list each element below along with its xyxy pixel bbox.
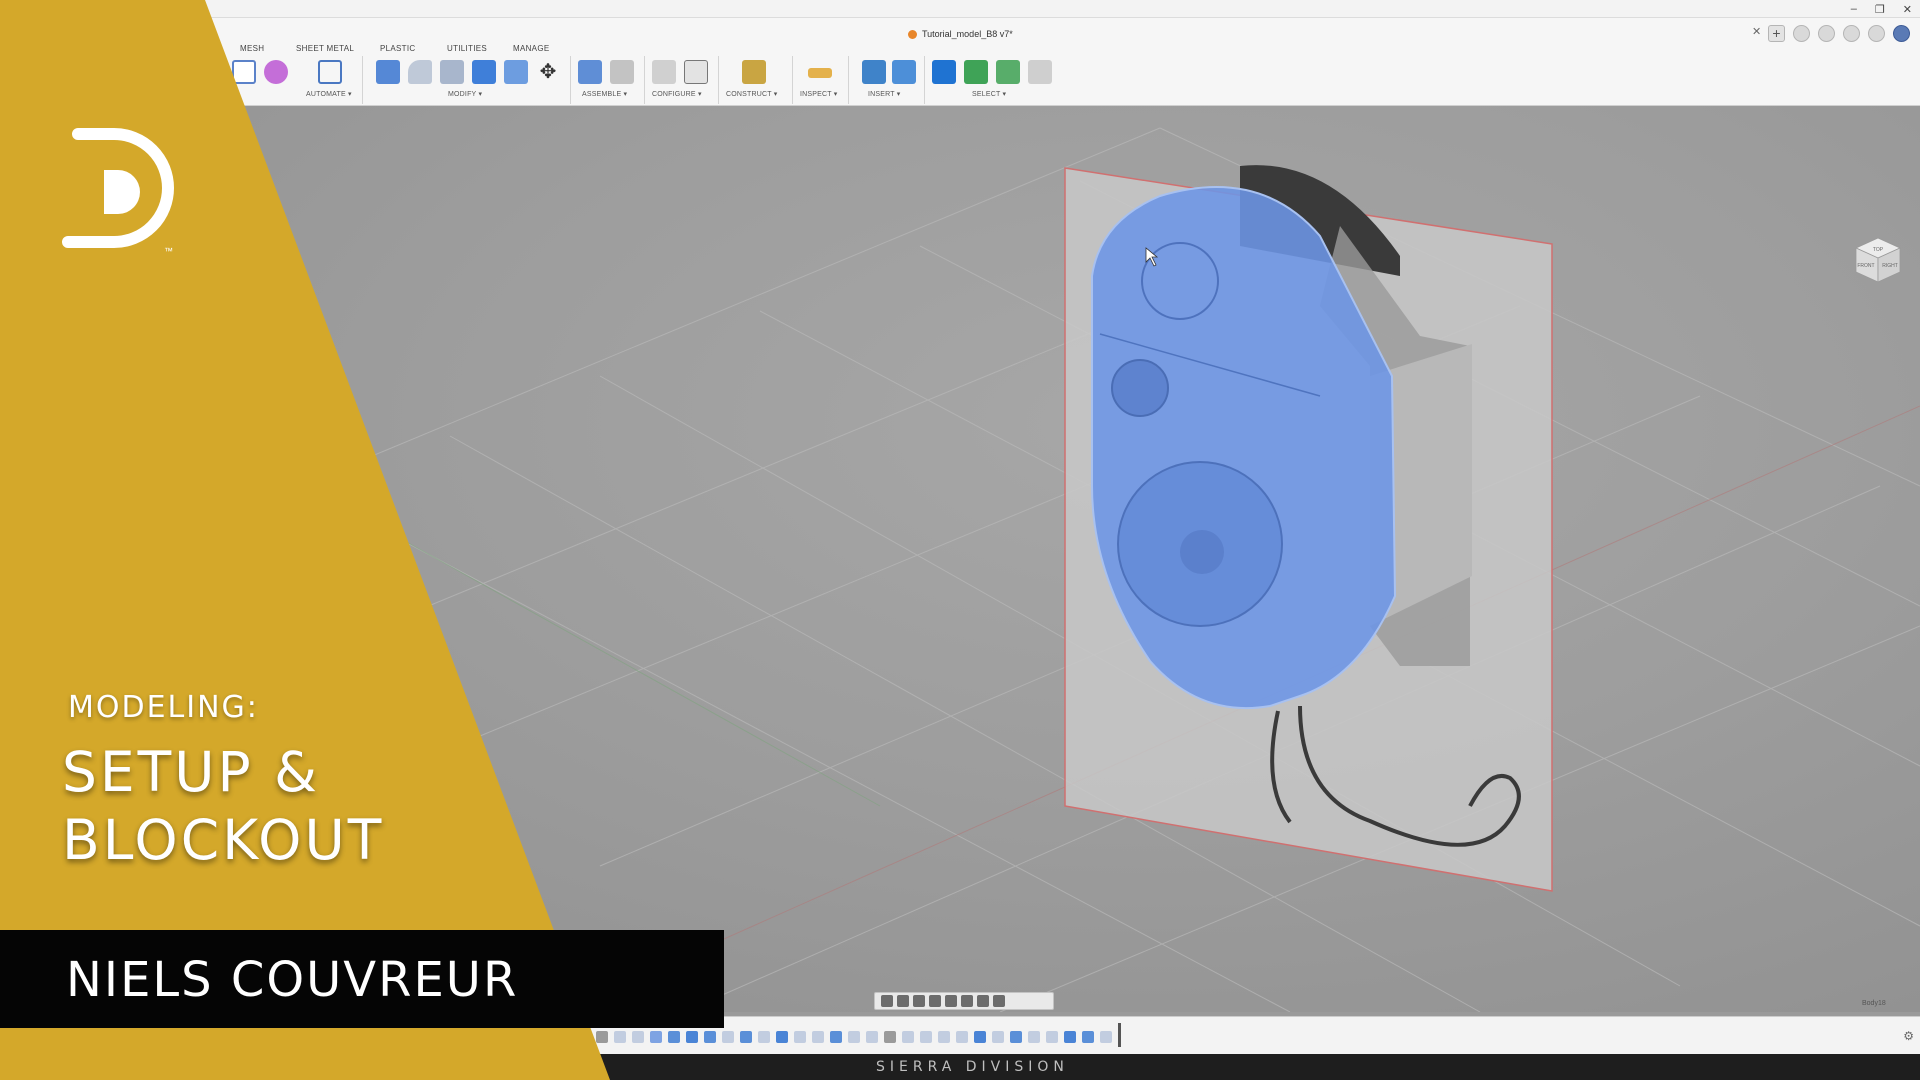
timeline-feature[interactable] [992,1031,1004,1043]
select-filter-icon[interactable] [1028,60,1052,84]
zoom-icon[interactable] [929,995,941,1007]
timeline-feature[interactable] [632,1031,644,1043]
insert-image-icon[interactable] [892,60,916,84]
timeline-feature[interactable] [686,1031,698,1043]
timeline-feature[interactable] [830,1031,842,1043]
timeline-feature[interactable] [650,1031,662,1043]
grid-settings-icon[interactable] [977,995,989,1007]
group-select[interactable]: SELECT ▾ [972,90,1006,98]
user-avatar[interactable] [1893,24,1910,42]
group-inspect[interactable]: INSPECT ▾ [800,90,837,98]
minimize-button[interactable]: – [1851,3,1857,15]
timeline-marker[interactable] [1118,1023,1121,1047]
video-subtitle: MODELING: [68,690,259,725]
timeline-feature[interactable] [812,1031,824,1043]
new-tab-icon[interactable]: + [1768,24,1785,42]
timeline-feature[interactable] [1010,1031,1022,1043]
fit-icon[interactable] [945,995,957,1007]
reel-center [1180,530,1224,574]
brand-logo: ™ [62,128,174,256]
timeline-feature[interactable] [740,1031,752,1043]
timeline-feature[interactable] [1046,1031,1058,1043]
look-at-icon[interactable] [897,995,909,1007]
document-title: Tutorial_model_B8 v7* [922,29,1013,39]
timeline-feature[interactable] [1082,1031,1094,1043]
insert-derive-icon[interactable] [862,60,886,84]
close-tab-button[interactable]: ✕ [1752,25,1761,38]
viewcube-top-label: TOP [1873,247,1884,253]
select-face-icon[interactable] [996,60,1020,84]
brand-name: SIERRA DIVISION [876,1059,1069,1075]
select-icon[interactable] [932,60,956,84]
author-name-bar: NIELS COUVREUR [0,930,724,1028]
separator [644,56,645,104]
timeline-feature[interactable] [758,1031,770,1043]
offset-plane-icon[interactable] [742,60,766,84]
timeline-feature[interactable] [704,1031,716,1043]
separator [848,56,849,104]
timeline-feature[interactable] [1028,1031,1040,1043]
author-name: NIELS COUVREUR [66,952,519,1008]
timeline-feature[interactable] [884,1031,896,1043]
middle-knob [1111,359,1169,417]
group-construct[interactable]: CONSTRUCT ▾ [726,90,777,98]
viewports-icon[interactable] [993,995,1005,1007]
pan-icon[interactable] [913,995,925,1007]
job-status-icon[interactable] [1818,24,1835,42]
measure-icon[interactable] [808,68,832,78]
timeline-feature[interactable] [1064,1031,1076,1043]
notifications-icon[interactable] [1843,24,1860,42]
separator [718,56,719,104]
group-insert[interactable]: INSERT ▾ [868,90,900,98]
document-tab[interactable]: Tutorial_model_B8 v7* [908,24,1013,44]
group-configure[interactable]: CONFIGURE ▾ [652,90,702,98]
timeline-feature[interactable] [920,1031,932,1043]
header-icons: + [1768,20,1910,46]
timeline-feature[interactable] [848,1031,860,1043]
body-label: Body18 [1862,1000,1886,1007]
window-controls: – ❐ ✕ [1851,0,1912,18]
table-icon[interactable] [684,60,708,84]
timeline-feature[interactable] [794,1031,806,1043]
timeline-feature[interactable] [722,1031,734,1043]
navigation-bar [874,992,1054,1010]
timeline-feature[interactable] [902,1031,914,1043]
video-title: SETUP & BLOCKOUT [62,738,384,874]
separator [792,56,793,104]
select-body-icon[interactable] [964,60,988,84]
timeline-feature[interactable] [668,1031,680,1043]
timeline-feature[interactable] [938,1031,950,1043]
help-icon[interactable] [1868,24,1885,42]
document-icon [908,29,917,39]
display-settings-icon[interactable] [961,995,973,1007]
timeline-feature[interactable] [866,1031,878,1043]
viewcube-right-label: RIGHT [1882,263,1898,269]
orbit-icon[interactable] [881,995,893,1007]
timeline-feature[interactable] [1100,1031,1112,1043]
close-window-button[interactable]: ✕ [1903,3,1912,16]
video-title-line-1: SETUP & [62,740,321,804]
timeline-feature[interactable] [974,1031,986,1043]
logo-trademark: ™ [164,246,173,256]
timeline-settings-icon[interactable]: ⚙ [1903,1029,1914,1043]
restore-button[interactable]: ❐ [1875,3,1885,16]
viewcube-icon[interactable]: TOP FRONT RIGHT [1852,234,1904,286]
extensions-icon[interactable] [1793,24,1810,42]
configure-icon[interactable] [652,60,676,84]
video-frame: – ❐ ✕ Tutorial_model_B8 v7* ✕ + MESH SHE… [0,0,1920,1080]
timeline-feature[interactable] [956,1031,968,1043]
video-title-line-2: BLOCKOUT [62,808,385,872]
separator [924,56,925,104]
timeline-feature[interactable] [776,1031,788,1043]
viewcube-front-label: FRONT [1857,263,1874,269]
